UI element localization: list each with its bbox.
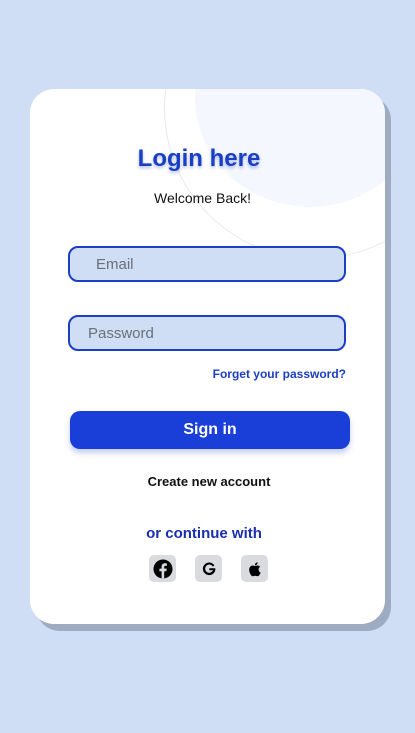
- facebook-button[interactable]: [149, 555, 176, 582]
- create-account-link[interactable]: Create new account: [30, 474, 385, 489]
- continue-with-label: or continue with: [146, 525, 262, 542]
- page-title: Login here: [137, 145, 261, 172]
- google-icon: [202, 562, 215, 575]
- apple-button[interactable]: [241, 555, 268, 582]
- apple-icon: [248, 561, 261, 576]
- google-button[interactable]: [195, 555, 222, 582]
- sign-in-button[interactable]: Sign in: [70, 411, 350, 449]
- password-field[interactable]: [68, 315, 346, 351]
- welcome-text: Welcome Back!: [154, 190, 251, 206]
- email-field[interactable]: [68, 246, 346, 282]
- decorative-ring: [164, 89, 385, 259]
- forgot-password-link[interactable]: Forget your password?: [213, 367, 346, 381]
- facebook-icon: [153, 559, 172, 578]
- login-card: Login here Welcome Back! Forget your pas…: [30, 89, 385, 624]
